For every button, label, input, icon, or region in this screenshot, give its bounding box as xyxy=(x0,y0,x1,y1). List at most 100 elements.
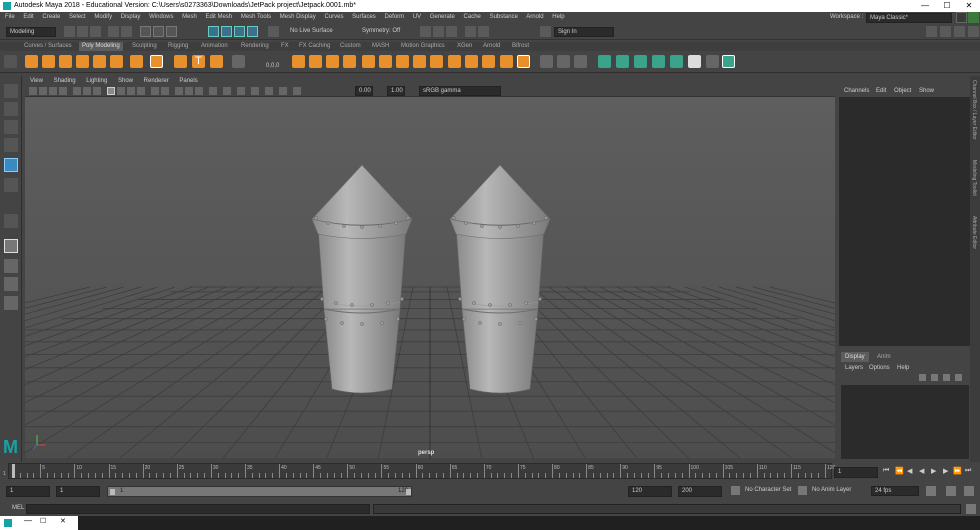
save-scene-icon[interactable] xyxy=(90,26,101,37)
layer-move-up-icon[interactable] xyxy=(919,374,926,381)
sign-in-dropdown[interactable]: Sign In xyxy=(554,27,614,37)
range-start-handle[interactable] xyxy=(110,489,115,495)
menu-substance[interactable]: Substance xyxy=(490,14,518,20)
play-forward-icon[interactable]: ▶ xyxy=(931,467,936,475)
extract-icon[interactable] xyxy=(292,55,305,68)
ipr-render-icon[interactable] xyxy=(433,26,444,37)
anti-aliasing-icon[interactable] xyxy=(195,87,203,95)
anim-layer-icon[interactable] xyxy=(798,486,807,495)
poly-torus-icon[interactable] xyxy=(93,55,106,68)
shadows-icon[interactable] xyxy=(161,87,169,95)
fps-dropdown[interactable]: 24 fps xyxy=(871,486,919,496)
workspace-dropdown[interactable]: Maya Classic* xyxy=(866,13,952,23)
super-shape-icon[interactable] xyxy=(174,55,187,68)
new-empty-layer-icon[interactable] xyxy=(943,374,950,381)
resolution-gate-icon[interactable] xyxy=(93,87,101,95)
menu-file[interactable]: File xyxy=(5,14,15,20)
platonic-solid-icon[interactable] xyxy=(150,55,163,68)
tab-curves-surfaces[interactable]: Curves / Surfaces xyxy=(24,42,72,51)
multi-cut-icon[interactable] xyxy=(465,55,478,68)
smooth-icon[interactable] xyxy=(343,55,356,68)
image-plane-icon[interactable] xyxy=(59,87,67,95)
tab-arnold[interactable]: Arnold xyxy=(483,42,500,51)
snap-grid-icon[interactable] xyxy=(208,26,219,37)
bookmarks-icon[interactable] xyxy=(49,87,57,95)
anim-layer-dropdown[interactable]: No Anim Layer xyxy=(809,486,865,496)
time-slider[interactable]: 5 10 15 20 25 30 35 40 45 50 55 60 65 70 75 80 85 90 95 100… xyxy=(3,463,835,479)
hypershade-icon[interactable] xyxy=(465,26,476,37)
poly-cube-icon[interactable] xyxy=(42,55,55,68)
step-back-key-icon[interactable]: ⏪ xyxy=(895,467,904,475)
poly-cone-icon[interactable] xyxy=(76,55,89,68)
go-to-start-icon[interactable]: ⏮ xyxy=(883,467,889,475)
fill-hole-icon[interactable] xyxy=(430,55,443,68)
animation-preferences-icon[interactable] xyxy=(964,486,974,496)
tab-channel-box-layer-editor[interactable]: Channel Box / Layer Editor xyxy=(971,80,977,140)
script-editor-icon[interactable] xyxy=(966,504,976,514)
wireframe-icon[interactable] xyxy=(107,87,115,95)
backface-culling-icon[interactable] xyxy=(265,87,273,95)
automatic-map-icon[interactable] xyxy=(670,55,683,68)
channel-menu-show[interactable]: Show xyxy=(919,86,934,97)
motion-blur-icon[interactable] xyxy=(185,87,193,95)
xray-joints-icon[interactable] xyxy=(251,87,259,95)
perspective-viewport[interactable]: persp xyxy=(25,97,835,459)
boolean-intersection-icon[interactable] xyxy=(413,55,426,68)
tab-fx[interactable]: FX xyxy=(281,42,289,51)
close-button[interactable]: ✕ xyxy=(958,0,980,12)
panel-menu-shading[interactable]: Shading xyxy=(54,78,76,84)
move-tool-icon[interactable] xyxy=(4,138,18,152)
panel-menu-panels[interactable]: Panels xyxy=(179,78,197,84)
uv-editor-icon[interactable] xyxy=(598,55,611,68)
scale-tool-icon[interactable] xyxy=(4,178,18,192)
snap-point-icon[interactable] xyxy=(234,26,245,37)
depth-of-field-icon[interactable] xyxy=(209,87,217,95)
gamma-icon[interactable] xyxy=(279,87,287,95)
axis-icon[interactable] xyxy=(4,214,18,228)
poly-text-icon[interactable]: T xyxy=(192,55,205,68)
menu-mesh-tools[interactable]: Mesh Tools xyxy=(241,14,271,20)
render-frame-icon[interactable] xyxy=(420,26,431,37)
snap-view-plane-icon[interactable] xyxy=(247,26,258,37)
live-surface-label[interactable]: No Live Surface xyxy=(290,28,333,34)
tab-animation[interactable]: Animation xyxy=(201,42,228,51)
boolean-difference-icon[interactable] xyxy=(396,55,409,68)
render-settings-icon[interactable] xyxy=(446,26,457,37)
layer-menu-layers[interactable]: Layers xyxy=(845,362,863,374)
playback-start-field[interactable]: 1 xyxy=(56,486,100,497)
tab-xgen[interactable]: XGen xyxy=(457,42,472,51)
tab-rigging[interactable]: Rigging xyxy=(168,42,188,51)
colorspace-dropdown[interactable]: sRGB gamma xyxy=(419,86,501,96)
paint-select-tool-icon[interactable] xyxy=(4,120,18,134)
tab-motion-graphics[interactable]: Motion Graphics xyxy=(401,42,445,51)
persp-outliner-layout-icon[interactable] xyxy=(4,277,18,291)
current-frame-field[interactable]: 1 xyxy=(834,467,878,478)
lasso-tool-icon[interactable] xyxy=(4,102,18,116)
exposure-icon[interactable] xyxy=(293,87,301,95)
channel-box-toggle-icon[interactable] xyxy=(968,26,979,37)
tab-display-layers[interactable]: Display xyxy=(841,352,869,362)
combine-icon[interactable] xyxy=(232,55,245,68)
render-view-icon[interactable] xyxy=(478,26,489,37)
menu-edit[interactable]: Edit xyxy=(23,14,33,20)
use-all-lights-icon[interactable] xyxy=(151,87,159,95)
menu-mesh-display[interactable]: Mesh Display xyxy=(280,14,316,20)
textured-icon[interactable] xyxy=(137,87,145,95)
grid-toggle-icon[interactable] xyxy=(73,87,81,95)
taskbar-minimize-icon[interactable]: — xyxy=(24,516,32,525)
tab-fx-caching[interactable]: FX Caching xyxy=(299,42,330,51)
undo-icon[interactable] xyxy=(108,26,119,37)
current-time-indicator[interactable] xyxy=(12,464,15,478)
spherical-map-icon[interactable] xyxy=(652,55,665,68)
menu-arnold[interactable]: Arnold xyxy=(526,14,543,20)
target-weld-icon[interactable] xyxy=(482,55,495,68)
svg-icon[interactable] xyxy=(210,55,223,68)
soft-select-icon[interactable] xyxy=(557,55,570,68)
select-tool-icon[interactable] xyxy=(4,84,18,98)
quad-draw-icon[interactable] xyxy=(517,55,530,68)
poly-sphere-icon[interactable] xyxy=(25,55,38,68)
range-slider[interactable]: 1 120 xyxy=(107,486,412,497)
modeling-toolkit-toggle-icon[interactable] xyxy=(926,26,937,37)
taskbar-window-preview[interactable]: — ☐ ✕ xyxy=(0,516,78,530)
camera-select-icon[interactable] xyxy=(29,87,37,95)
